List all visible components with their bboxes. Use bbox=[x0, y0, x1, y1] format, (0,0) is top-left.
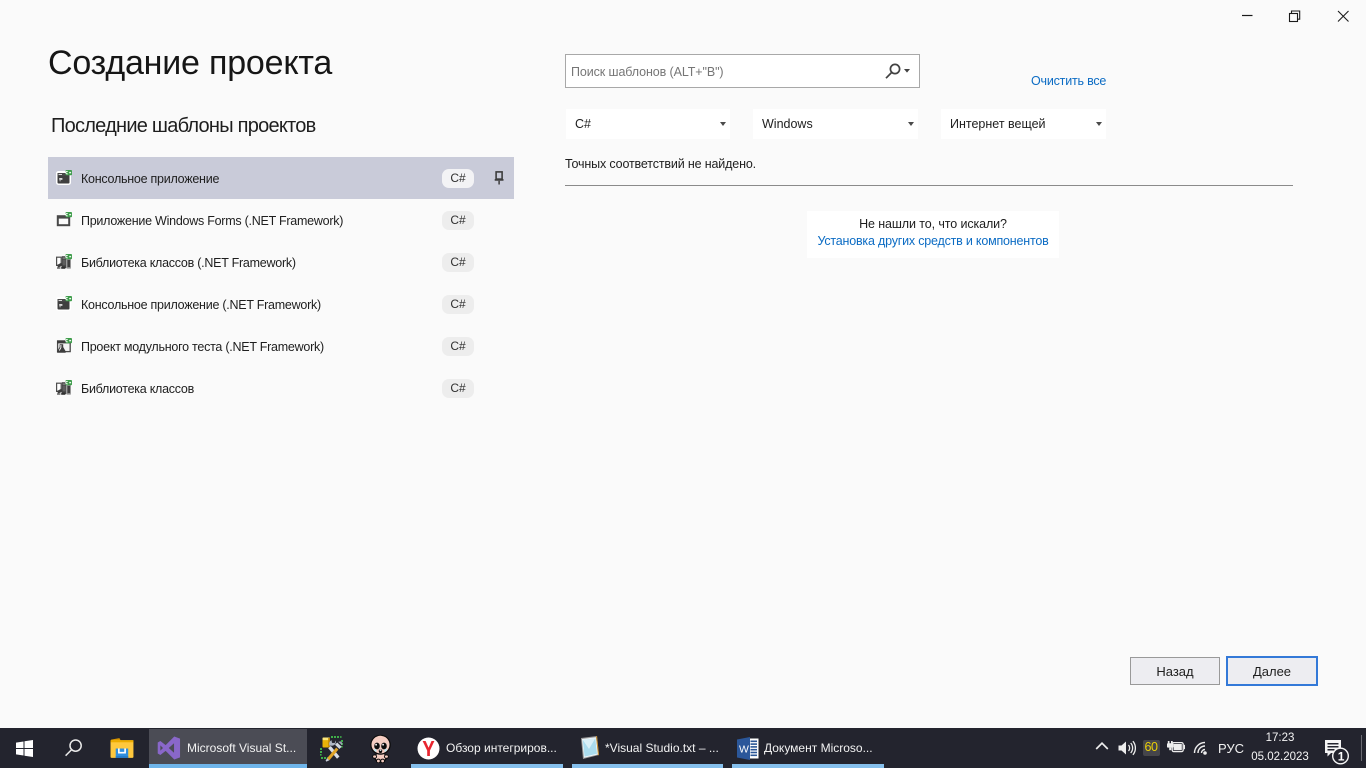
svg-text:1: 1 bbox=[1338, 750, 1345, 764]
svg-text:W: W bbox=[739, 744, 749, 756]
